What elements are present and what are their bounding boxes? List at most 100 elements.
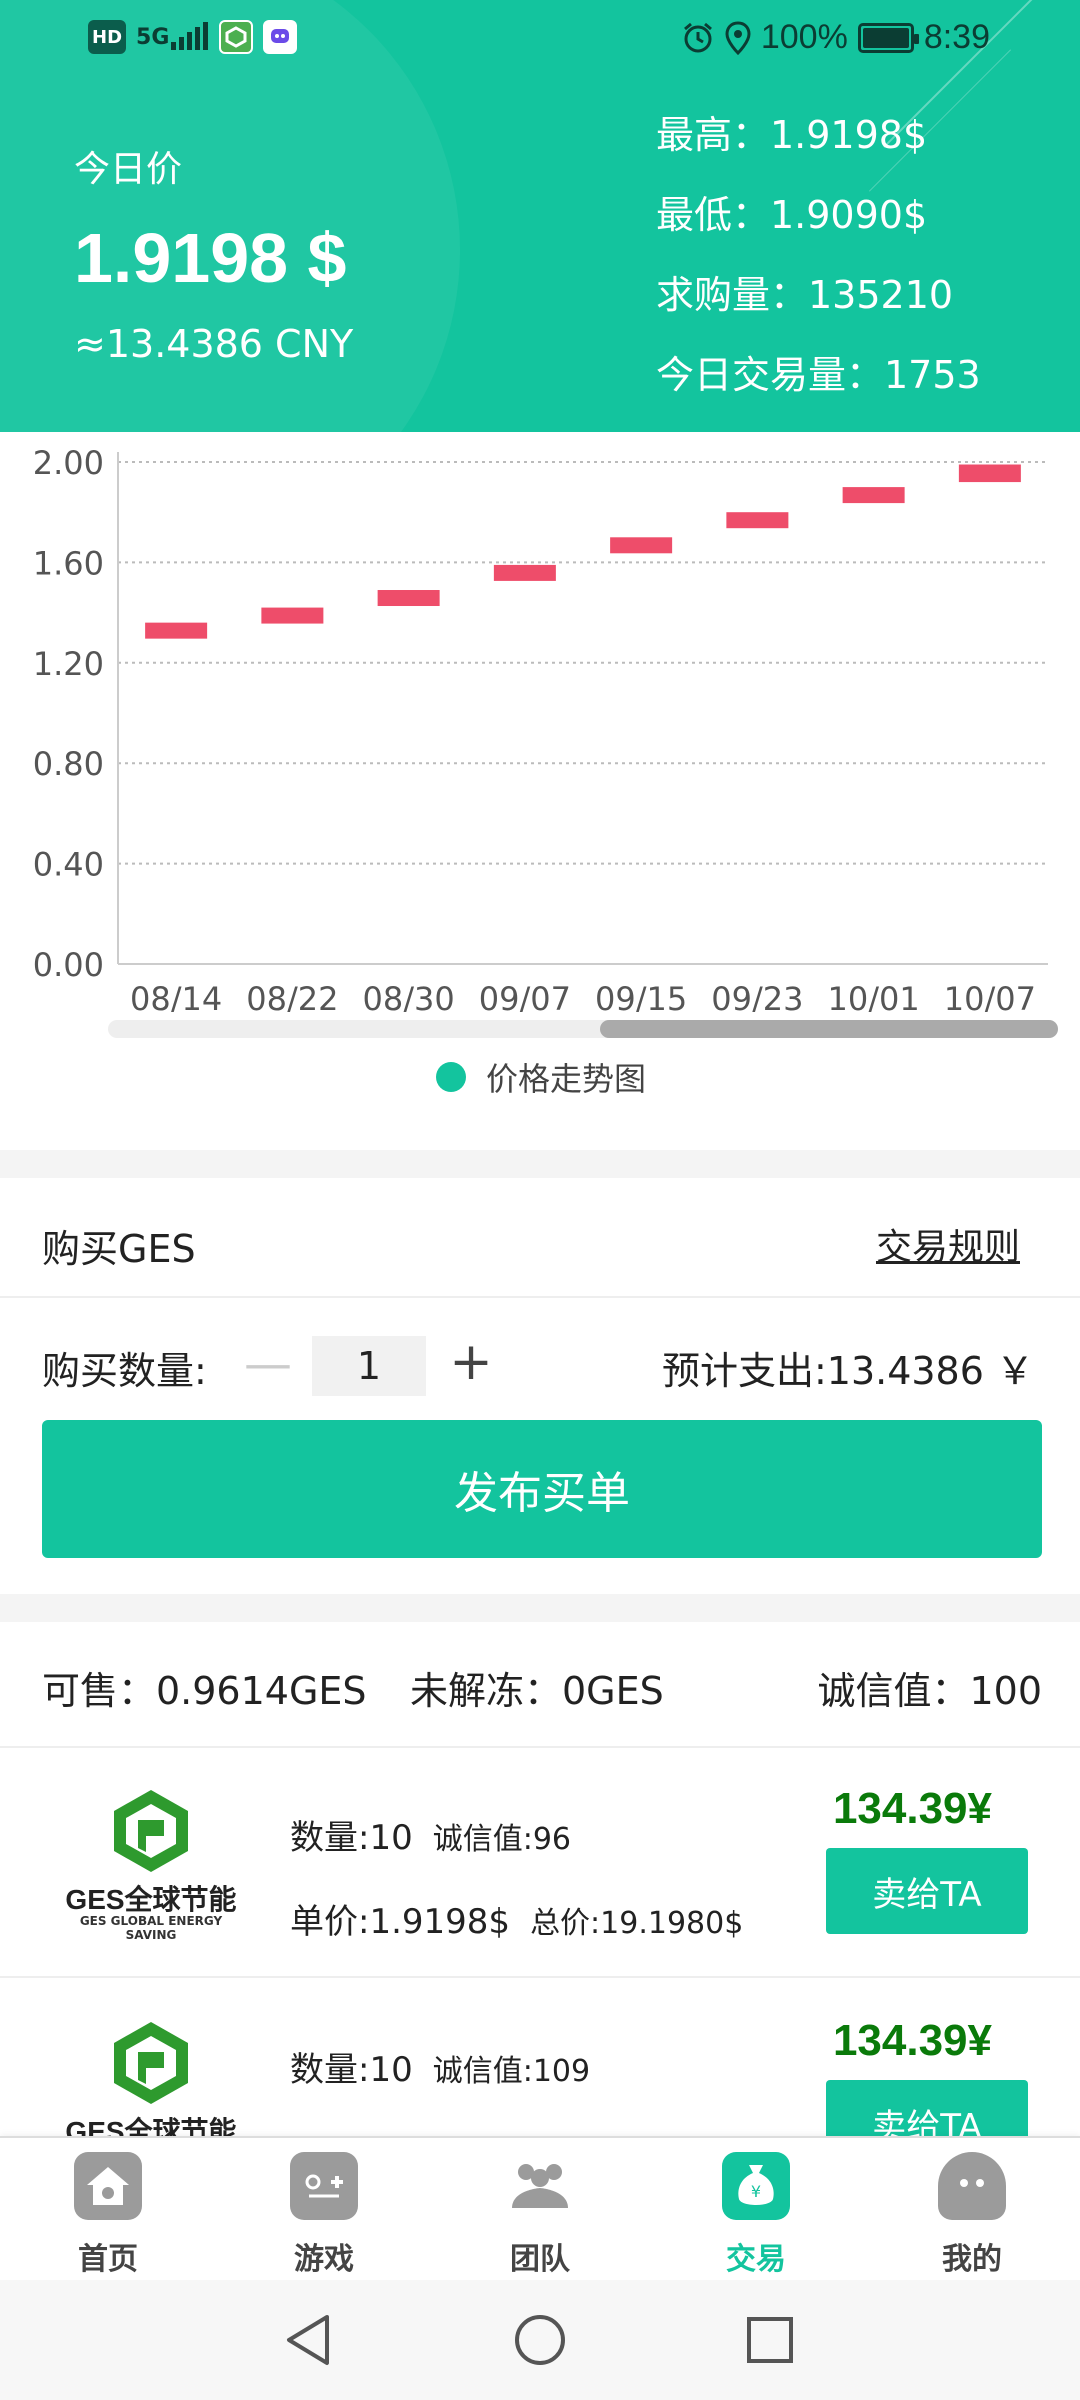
trade-rules-link[interactable]: 交易规则: [876, 1218, 1020, 1270]
buy-section-title: 购买GES: [42, 1227, 196, 1271]
alarm-icon: [683, 22, 712, 52]
logo-name: GES全球节能: [65, 1884, 237, 1915]
nav-label-games: 游戏: [294, 2242, 354, 2277]
nav-item-games[interactable]: 游戏: [264, 2152, 384, 2277]
system-navigation-bar: [0, 2280, 1080, 2400]
price-header: HD 5G 100% 8:39 今日价 1.9198 $ ≈13.4386 CN…: [0, 0, 1080, 432]
estimated-cost: 预计支出:13.4386 ￥: [661, 1349, 1034, 1393]
money-bag-icon: ¥: [722, 2152, 790, 2220]
x-tick-label: 08/22: [246, 980, 338, 1012]
ges-logo: GES全球节能 GES GLOBAL ENERGY SAVING: [56, 1786, 246, 1942]
candle-bar: [726, 512, 789, 529]
x-tick-label: 10/01: [828, 980, 920, 1012]
today-price-label: 今日价: [74, 149, 183, 190]
frozen-balance: 未解冻：0GES: [410, 1669, 664, 1713]
svg-text:¥: ¥: [751, 2182, 761, 2201]
ges-logo-icon: [114, 2022, 188, 2104]
order-quantity: 数量:10: [290, 1818, 413, 1858]
app-notification-icon: [219, 20, 254, 54]
list-item: GES全球节能 数量:10 诚信值:109 134.39¥ 卖给TA: [0, 1980, 1080, 2136]
available-balance: 可售：0.9614GES: [42, 1669, 367, 1713]
logo-name: GES全球节能: [65, 2116, 237, 2136]
logo-subtitle: GES GLOBAL ENERGY SAVING: [79, 1914, 223, 1942]
battery-percent: 100%: [760, 18, 848, 56]
home-circle-icon[interactable]: [512, 2312, 568, 2368]
candle-bar: [610, 537, 673, 554]
order-price-cny: 134.39¥: [832, 1784, 992, 1833]
increase-quantity-button[interactable]: +: [446, 1330, 496, 1394]
order-quantity: 数量:10: [290, 2050, 413, 2090]
nav-label-trade: 交易: [726, 2242, 786, 2277]
order-price-cny: 134.39¥: [832, 2016, 992, 2065]
stat-volume: 今日交易量：1753: [656, 353, 981, 397]
today-price-cny: ≈13.4386 CNY: [74, 322, 354, 366]
order-quantity-line: 数量:10 诚信值:96: [290, 1810, 571, 1859]
nav-item-home[interactable]: 首页: [48, 2152, 168, 2277]
publish-buy-order-button[interactable]: 发布买单: [42, 1420, 1042, 1558]
y-tick-label: 2.00: [33, 444, 104, 482]
quantity-label: 购买数量:: [42, 1349, 207, 1393]
nav-item-mine[interactable]: 我的: [912, 2152, 1032, 2277]
credit-score: 诚信值：100: [817, 1669, 1042, 1713]
network-type: 5G: [136, 24, 170, 50]
candle-bar: [493, 564, 556, 581]
candle-bar: [377, 590, 440, 607]
nav-label-mine: 我的: [942, 2242, 1002, 2277]
team-icon: [506, 2152, 574, 2220]
status-bar: HD 5G 100% 8:39: [0, 0, 1080, 80]
section-divider: [0, 1594, 1080, 1622]
stat-demand: 求购量：135210: [656, 273, 954, 317]
sell-to-buyer-button[interactable]: 卖给TA: [826, 1848, 1028, 1934]
x-tick-label: 10/07: [944, 980, 1036, 1012]
stat-low: 最低：1.9090$: [656, 193, 928, 237]
nav-label-home: 首页: [78, 2242, 138, 2277]
decrease-quantity-button[interactable]: —: [244, 1334, 292, 1394]
x-tick-label: 09/15: [595, 980, 687, 1012]
order-credit: 诚信值:96: [432, 1822, 571, 1857]
today-price: 1.9198 $: [74, 219, 347, 297]
x-tick-label: 08/14: [130, 980, 222, 1012]
gamepad-icon: [290, 2152, 358, 2220]
bottom-nav: 首页 游戏 团队 ¥ 交易 我的: [0, 2136, 1080, 2280]
signal-icon: 5G: [136, 20, 209, 54]
stat-high: 最高：1.9198$: [656, 113, 928, 157]
x-tick-label: 09/07: [479, 980, 571, 1012]
nav-item-trade[interactable]: ¥ 交易: [696, 2152, 816, 2277]
ges-logo-icon: [114, 1790, 188, 1872]
home-icon: [74, 2152, 142, 2220]
candle-bar: [261, 607, 324, 624]
clock: 8:39: [923, 18, 990, 56]
order-quantity-line: 数量:10 诚信值:109: [290, 2042, 590, 2091]
legend-dot: [436, 1062, 466, 1092]
chart-legend: 价格走势图: [436, 1054, 646, 1100]
y-tick-label: 0.40: [33, 846, 104, 884]
candle-bar: [145, 622, 208, 639]
battery-icon: [857, 22, 919, 53]
list-item: GES全球节能 GES GLOBAL ENERGY SAVING 数量:10 诚信…: [0, 1748, 1080, 1978]
back-icon[interactable]: [280, 2312, 336, 2368]
nav-item-team[interactable]: 团队: [480, 2152, 600, 2277]
legend-label: 价格走势图: [486, 1060, 647, 1098]
order-total-price: 总价:19.1980$: [530, 1906, 744, 1941]
chart-canvas: 0.00 0.40 0.80 1.20 1.60 2.00 08/14 08/22 08/30 0…: [33, 444, 1048, 1012]
y-tick-label: 1.20: [33, 645, 104, 683]
location-icon: [725, 20, 751, 55]
order-price-line: 单价:1.9198$ 总价:19.1980$: [290, 1894, 743, 1943]
hd-badge: HD: [88, 20, 127, 54]
price-stats: 最高：1.9198$ 最低：1.9090$ 求购量：135210 今日交易量：1…: [656, 108, 981, 428]
y-tick-label: 1.60: [33, 544, 104, 582]
quantity-input[interactable]: [312, 1336, 426, 1396]
price-trend-chart[interactable]: 0.00 0.40 0.80 1.20 1.60 2.00 08/14 08/22 08/30 0…: [0, 432, 1080, 1112]
buy-order-list[interactable]: GES全球节能 GES GLOBAL ENERGY SAVING 数量:10 诚信…: [0, 1748, 1080, 2136]
candle-bar: [842, 487, 905, 504]
order-unit-price: 单价:1.9198$: [290, 1902, 511, 1942]
sell-to-buyer-button[interactable]: 卖给TA: [826, 2080, 1028, 2136]
y-tick-label: 0.00: [33, 946, 104, 984]
candle-bar: [958, 464, 1021, 483]
x-tick-label: 08/30: [363, 980, 455, 1012]
chart-scroll-thumb[interactable]: [600, 1020, 1058, 1038]
recent-apps-icon[interactable]: [742, 2312, 798, 2368]
profile-icon: [938, 2152, 1006, 2220]
nav-label-team: 团队: [510, 2242, 570, 2277]
section-divider: [0, 1150, 1080, 1178]
